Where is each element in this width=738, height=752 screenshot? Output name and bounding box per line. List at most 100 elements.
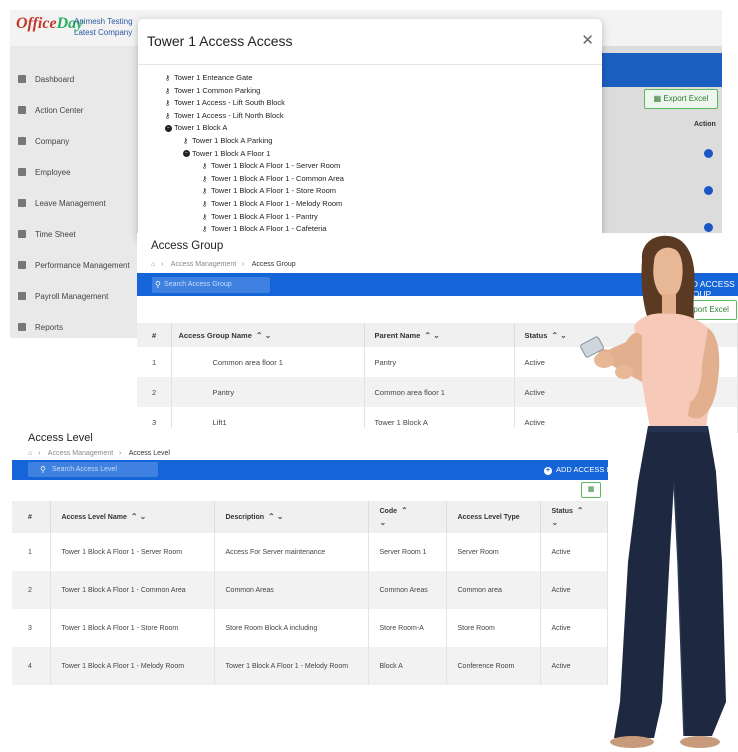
parent-name-cell: Pantry [364,347,515,377]
calendar-icon [18,230,26,238]
search-icon: ⚲ [40,465,46,474]
code-cell: Server Room 1 [368,533,447,571]
group-name-cell: Common area floor 1 [171,347,365,377]
home-icon[interactable]: ⌂ [151,261,155,268]
tree-item-label: Tower 1 Enteance Gate [174,73,253,82]
breadcrumb-current: Access Level [128,450,170,457]
breadcrumb: ⌂ › Access Management › Access Group [151,261,296,268]
row-number: 1 [137,347,172,377]
collapse-toggle-icon[interactable]: − [165,124,172,132]
chart-icon [18,261,26,269]
company-line-2: Latest Company [74,28,133,37]
breadcrumb-parent[interactable]: Access Management [171,261,236,268]
tree-item-label: Tower 1 Block A Floor 1 - Common Area [211,173,344,183]
sidebar-item-label: Reports [35,323,64,332]
export-excel-button[interactable]: ▦ Export Excel [644,89,718,109]
column-header-number: # [137,323,172,347]
info-icon[interactable] [704,223,713,232]
tree-item-label: Tower 1 Access - Lift South Block [174,98,285,108]
modal-divider [138,64,602,65]
table-header-row: # Access Level Name ⌃⌄ Description ⌃⌄ Code… [12,501,608,533]
sidebar-item-time-sheet[interactable]: Time Sheet [10,219,138,250]
sidebar-item-dashboard[interactable]: Dashboard [10,64,138,95]
sidebar-item-leave-management[interactable]: Leave Management [10,188,138,219]
level-type-cell: Store Room [446,609,541,647]
sidebar-item-performance-management[interactable]: Performance Management [10,250,138,281]
sidebar-item-payroll-management[interactable]: Payroll Management [10,281,138,312]
users-icon [18,106,26,114]
sidebar-item-label: Time Sheet [35,230,76,239]
search-input[interactable]: ⚲ Search Access Level [28,462,158,477]
breadcrumb-parent[interactable]: Access Management [48,450,113,457]
user-icon [18,168,26,176]
table-row[interactable]: 4 Tower 1 Block A Floor 1 - Melody Room To… [12,647,608,685]
dashboard-icon [18,75,26,83]
home-icon[interactable]: ⌂ [28,450,32,457]
tree-item-label: Tower 1 Common Parking [174,85,261,95]
sidebar-item-label: Action Center [35,106,84,115]
sidebar-item-action-center[interactable]: Action Center [10,95,138,126]
close-icon[interactable]: ✕ [581,31,594,49]
breadcrumb: ⌂ › Access Management › Access Level [28,450,170,457]
tree-leaf-item[interactable]: ⚷ Tower 1 Access - Lift South Block [138,97,602,110]
composite-screenshot: OfficeDay Animesh Testing Latest Company… [0,0,738,752]
sidebar-item-reports[interactable]: Reports [10,312,138,338]
column-header-code[interactable]: Code ⌃ ⌄ [368,501,447,533]
search-placeholder: Search Access Level [52,466,117,473]
tree-node-item[interactable]: − Tower 1 Block A [138,122,602,135]
company-selector[interactable]: Animesh Testing Latest Company [74,16,133,38]
row-number: 3 [12,609,51,647]
plus-icon: + [544,467,552,475]
column-header-level-type[interactable]: Access Level Type [446,501,541,533]
table-row[interactable]: 3 Tower 1 Block A Floor 1 - Store Room Sto… [12,609,608,647]
description-cell: Tower 1 Block A Floor 1 - Melody Room [214,647,369,685]
sidebar-item-label: Leave Management [35,199,106,208]
column-header-group-name[interactable]: Access Group Name ⌃⌄ [171,323,365,347]
access-level-panel: Access Level ⌂ › Access Management › Acc… [12,428,608,686]
tree-leaf-item[interactable]: ⚷ Tower 1 Block A Floor 1 - Pantry [138,211,602,224]
breadcrumb-current: Access Group [251,261,296,268]
sidebar-item-label: Dashboard [35,75,75,84]
tree-leaf-item[interactable]: ⚷ Tower 1 Block A Floor 1 - Server Room [138,160,602,173]
parent-name-cell: Common area floor 1 [364,377,515,407]
group-name-cell: Pantry [171,377,365,407]
table-row[interactable]: 2 Tower 1 Block A Floor 1 - Common Area Co… [12,571,608,609]
tree-node-item[interactable]: − Tower 1 Block A Floor 1 [138,148,602,161]
tree-leaf-item[interactable]: ⚷ Tower 1 Block A Floor 1 - Melody Room [138,198,602,211]
sidebar-item-employee[interactable]: Employee [10,157,138,188]
tree-item-label: Tower 1 Block A Floor 1 [192,148,271,158]
sidebar-item-label: Company [35,137,70,146]
tree-item-label: Tower 1 Block A Floor 1 - Melody Room [211,198,343,208]
description-cell: Common Areas [214,571,369,609]
page-title: Access Level [28,432,93,444]
info-icon[interactable] [704,149,713,158]
level-name-cell: Tower 1 Block A Floor 1 - Melody Room [50,647,215,685]
tree-leaf-item[interactable]: ⚷ Tower 1 Block A Floor 1 - Common Area [138,173,602,186]
level-type-cell: Server Room [446,533,541,571]
search-input[interactable]: ⚲ Search Access Group [152,277,270,293]
tree-leaf-item[interactable]: ⚷ Tower 1 Block A Floor 1 - Store Room [138,185,602,198]
info-icon[interactable] [704,186,713,195]
tree-leaf-item[interactable]: ⚷ Tower 1 Common Parking [138,85,602,98]
tree-leaf-item[interactable]: ⚷ Tower 1 Access - Lift North Block [138,110,602,123]
column-header-level-name[interactable]: Access Level Name ⌃⌄ [50,501,215,533]
company-line-1: Animesh Testing [74,17,133,26]
column-header-description[interactable]: Description ⌃⌄ [214,501,369,533]
sidebar: Dashboard Action Center Company Employee Lea… [10,64,138,338]
access-level-table: # Access Level Name ⌃⌄ Description ⌃⌄ Code… [12,501,608,685]
page-title: Access Group [151,240,224,252]
level-name-cell: Tower 1 Block A Floor 1 - Server Room [50,533,215,571]
tree-leaf-item[interactable]: ⚷ Tower 1 Enteance Gate [138,72,602,85]
tree-item-label: Tower 1 Block A Floor 1 - Pantry [211,211,318,221]
collapse-toggle-icon[interactable]: − [183,150,190,158]
row-number: 1 [12,533,51,571]
sort-icon: ⌃⌄ [130,512,149,521]
tree-item-label: Tower 1 Block A [174,123,228,133]
tree-leaf-item[interactable]: ⚷ Tower 1 Block A Parking [138,135,602,148]
column-header-parent-name[interactable]: Parent Name ⌃⌄ [364,323,515,347]
access-tree: ⚷ Tower 1 Enteance Gate ⚷ Tower 1 Common Pa… [138,72,602,236]
sidebar-item-company[interactable]: Company [10,126,138,157]
table-row[interactable]: 1 Tower 1 Block A Floor 1 - Server Room Ac… [12,533,608,571]
code-cell: Block A [368,647,447,685]
tree-item-label: Tower 1 Block A Floor 1 - Store Room [211,186,337,196]
